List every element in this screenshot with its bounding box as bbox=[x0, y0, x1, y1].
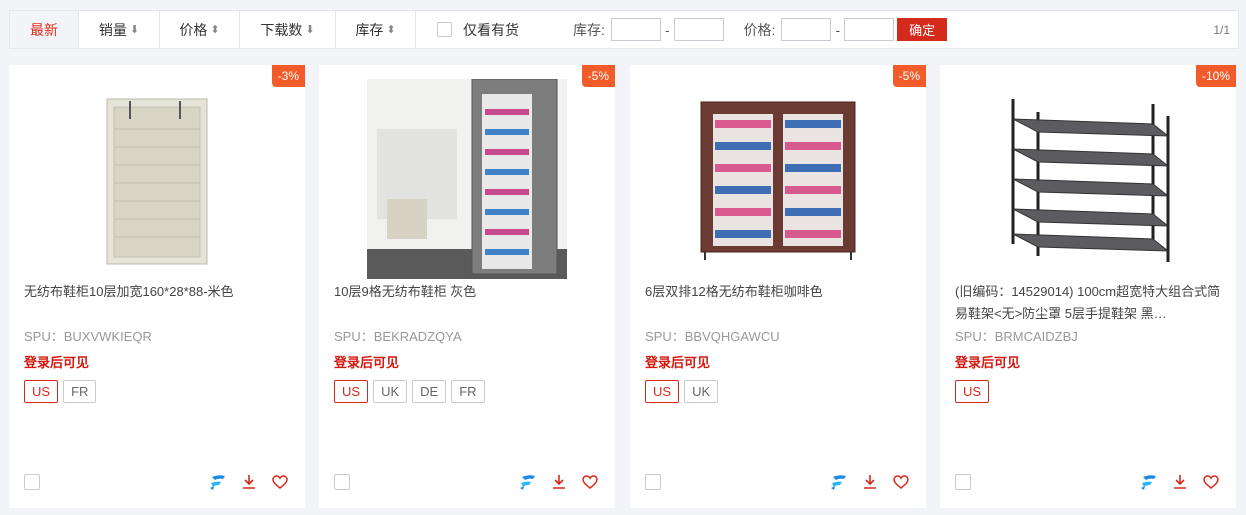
sort-tab-sales[interactable]: 销量 ⬇ bbox=[79, 11, 160, 48]
product-image[interactable] bbox=[367, 79, 567, 279]
price-range-label: 价格: bbox=[743, 21, 776, 38]
sort-tab-stock[interactable]: 库存 ⬍ bbox=[336, 11, 416, 48]
price-min-input[interactable] bbox=[781, 18, 832, 41]
card-actions bbox=[518, 472, 600, 492]
site-tag[interactable]: US bbox=[334, 380, 369, 403]
select-checkbox[interactable] bbox=[955, 474, 971, 490]
product-spu: SPU：BEKRADZQYA bbox=[334, 329, 462, 344]
card-actions bbox=[208, 472, 290, 492]
site-tag[interactable]: US bbox=[24, 380, 59, 403]
site-tag[interactable]: FR bbox=[451, 380, 485, 403]
site-tags: US FR bbox=[24, 380, 97, 403]
stock-range: 库存: - bbox=[573, 18, 724, 41]
download-icon[interactable] bbox=[1170, 472, 1190, 492]
sort-tab-latest[interactable]: 最新 bbox=[10, 11, 79, 48]
sort-down-icon: ⬇ bbox=[305, 24, 315, 36]
discount-badge: -10% bbox=[1195, 65, 1236, 87]
range-dash: - bbox=[835, 21, 841, 38]
stock-min-input[interactable] bbox=[610, 18, 661, 41]
sort-tab-downloads[interactable]: 下载数 ⬇ bbox=[240, 11, 336, 48]
product-spu: SPU：BBVQHGAWCU bbox=[645, 329, 780, 344]
product-title[interactable]: (旧编码：14529014) 100cm超宽特大组合式简易鞋架<无>防尘罩 5层… bbox=[955, 281, 1225, 325]
discount-badge: -5% bbox=[581, 65, 615, 87]
product-image[interactable] bbox=[988, 79, 1188, 279]
download-icon[interactable] bbox=[549, 472, 569, 492]
price-max-input[interactable] bbox=[844, 18, 895, 41]
sort-updown-icon: ⬍ bbox=[386, 24, 396, 36]
in-stock-filter[interactable]: 仅看有货 bbox=[437, 20, 519, 40]
stock-range-label: 库存: bbox=[573, 21, 605, 38]
price-login-hint: 登录后可见 bbox=[955, 355, 1021, 370]
shoe-cabinet-gray-image bbox=[367, 79, 567, 279]
favorite-heart-icon[interactable] bbox=[270, 472, 290, 492]
product-title[interactable]: 6层双排12格无纺布鞋柜咖啡色 bbox=[645, 281, 915, 303]
favorite-heart-icon[interactable] bbox=[1201, 472, 1221, 492]
site-tag[interactable]: US bbox=[645, 380, 680, 403]
price-range: 价格: - 确定 bbox=[744, 18, 948, 41]
site-tags: US bbox=[955, 380, 990, 403]
discount-badge: -5% bbox=[892, 65, 926, 87]
sort-down-icon: ⬇ bbox=[129, 24, 140, 36]
site-tag[interactable]: FR bbox=[63, 380, 97, 403]
product-spu: SPU：BRMCAIDZBJ bbox=[955, 329, 1078, 344]
site-tag[interactable]: UK bbox=[373, 380, 408, 403]
confirm-button[interactable]: 确定 bbox=[897, 18, 948, 41]
sort-tab-price[interactable]: 价格 ⬍ bbox=[160, 11, 240, 48]
product-card[interactable]: -10% (旧编码：14529014) 100cm超宽特大组合式简易鞋架<无>防… bbox=[940, 65, 1236, 508]
price-login-hint: 登录后可见 bbox=[334, 355, 400, 370]
favorite-heart-icon[interactable] bbox=[580, 472, 600, 492]
sort-tab-label: 下载数 bbox=[260, 21, 303, 38]
sort-updown-icon: ⬍ bbox=[210, 24, 220, 36]
range-dash: - bbox=[664, 21, 670, 38]
publish-icon[interactable] bbox=[1139, 472, 1159, 492]
publish-icon[interactable] bbox=[829, 472, 849, 492]
product-image[interactable] bbox=[678, 79, 878, 279]
product-title[interactable]: 无纺布鞋柜10层加宽160*28*88-米色 bbox=[24, 281, 294, 303]
site-tag[interactable]: DE bbox=[412, 380, 447, 403]
shoe-rack-metal-image bbox=[1011, 99, 1170, 262]
product-spu: SPU：BUXVWKIEQR bbox=[24, 329, 152, 344]
product-image[interactable] bbox=[57, 79, 257, 279]
product-card[interactable]: -5% 6层双排12格无纺布鞋柜咖啡色 SPU：BBVQHGAWCU 登录后可见… bbox=[630, 65, 926, 508]
product-card[interactable]: -5% 10层9格无纺布鞋柜 灰色 SPU：BEKRADZQYA 登录后可见 U… bbox=[319, 65, 615, 508]
sort-tab-label: 库存 bbox=[355, 21, 384, 38]
price-login-hint: 登录后可见 bbox=[645, 355, 711, 370]
site-tags: US UK DE FR bbox=[334, 380, 485, 403]
shoe-cabinet-brown-image bbox=[700, 101, 856, 260]
pagination: 1/1 bbox=[1213, 22, 1230, 37]
product-title[interactable]: 10层9格无纺布鞋柜 灰色 bbox=[334, 281, 604, 303]
sort-tab-label: 销量 bbox=[98, 21, 127, 38]
in-stock-checkbox[interactable] bbox=[437, 22, 452, 37]
discount-badge: -3% bbox=[271, 65, 305, 87]
site-tag[interactable]: US bbox=[955, 380, 990, 403]
filter-bar: 最新 销量 ⬇ 价格 ⬍ 下载数 ⬇ 库存 ⬍ 仅看有货 库存: - 价格: -… bbox=[9, 10, 1239, 49]
card-actions bbox=[829, 472, 911, 492]
download-icon[interactable] bbox=[860, 472, 880, 492]
favorite-heart-icon[interactable] bbox=[891, 472, 911, 492]
in-stock-label: 仅看有货 bbox=[463, 21, 519, 38]
download-icon[interactable] bbox=[239, 472, 259, 492]
price-login-hint: 登录后可见 bbox=[24, 355, 90, 370]
site-tags: US UK bbox=[645, 380, 719, 403]
publish-icon[interactable] bbox=[518, 472, 538, 492]
stock-max-input[interactable] bbox=[673, 18, 724, 41]
product-card[interactable]: -3% 无纺布鞋柜10层加宽160*28*88-米色 SPU：BUXVWKIEQ… bbox=[9, 65, 305, 508]
publish-icon[interactable] bbox=[208, 472, 228, 492]
select-checkbox[interactable] bbox=[24, 474, 40, 490]
select-checkbox[interactable] bbox=[645, 474, 661, 490]
shoe-cabinet-beige-image bbox=[106, 98, 208, 265]
card-actions bbox=[1139, 472, 1221, 492]
select-checkbox[interactable] bbox=[334, 474, 350, 490]
sort-tab-label: 价格 bbox=[179, 21, 208, 38]
site-tag[interactable]: UK bbox=[684, 380, 719, 403]
sort-tab-label: 最新 bbox=[30, 21, 58, 38]
